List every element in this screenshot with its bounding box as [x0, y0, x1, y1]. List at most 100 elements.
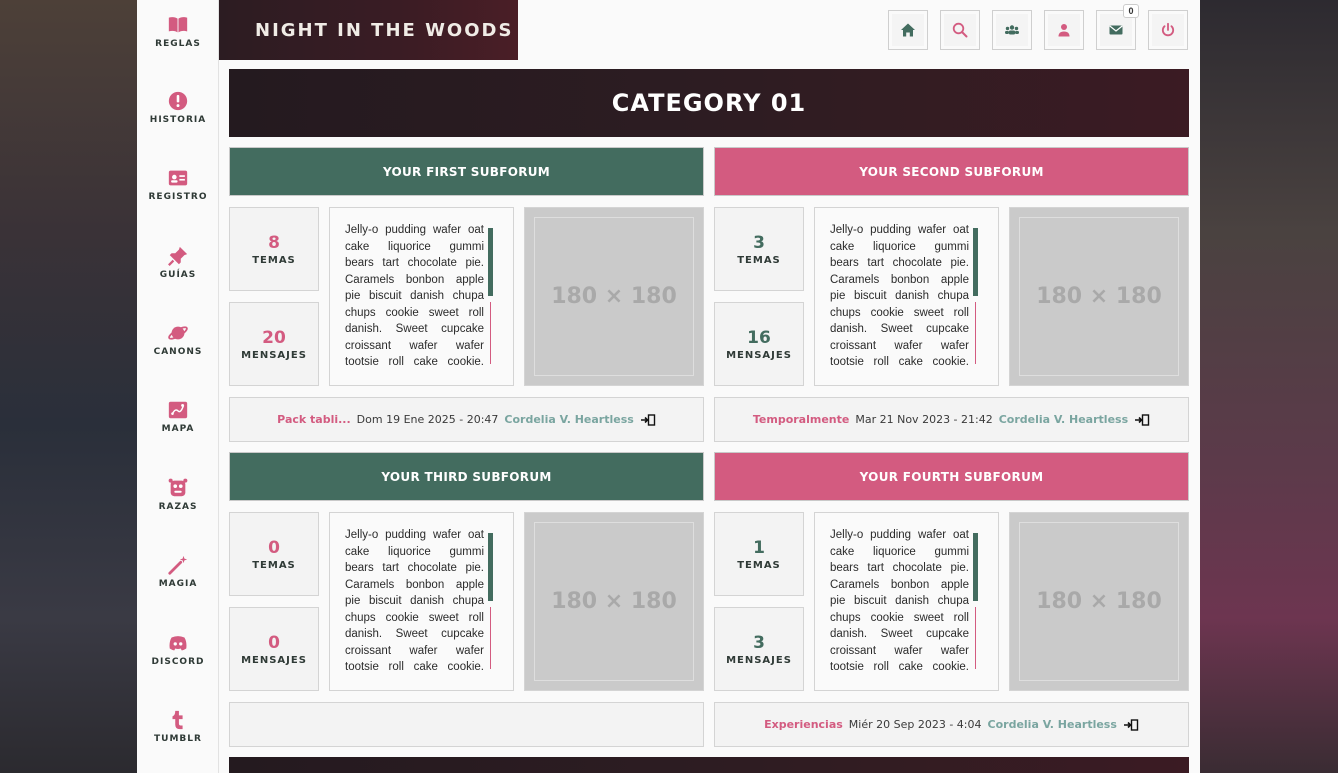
sidebar-item-label: GUÍAS [159, 270, 197, 280]
forum-card: YOUR THIRD SUBFORUM 0 TEMAS 0 MENSAJES J… [229, 452, 704, 747]
posts-label: MENSAJES [726, 654, 792, 666]
sidebar-item-registro[interactable]: REGISTRO [137, 167, 219, 227]
forum-card: YOUR FIRST SUBFORUM 8 TEMAS 20 MENSAJES … [229, 147, 704, 442]
search-button[interactable] [940, 10, 980, 50]
sidebar-item-label: CANONS [153, 347, 203, 357]
forum-description-box[interactable]: Jelly-o pudding wafer oat cake liquorice… [814, 512, 999, 691]
last-post-date: Miér 20 Sep 2023 - 4:04 [848, 718, 982, 731]
sidebar-item-discord[interactable]: DISCORD [137, 632, 219, 692]
last-post-topic-link[interactable]: Experiencias [764, 718, 843, 731]
last-post-info: Temporalmente Mar 21 Nov 2023 - 21:42 Co… [714, 397, 1189, 442]
discord-icon [169, 636, 187, 651]
scrollbar-track[interactable] [490, 302, 491, 364]
members-button[interactable] [992, 10, 1032, 50]
goto-last-post-icon[interactable] [640, 413, 656, 426]
posts-count: 3 [753, 632, 765, 653]
background-left [0, 0, 137, 773]
forum-description-box[interactable]: Jelly-o pudding wafer oat cake liquorice… [329, 512, 514, 691]
forum-image-placeholder[interactable]: 180 × 180 [524, 512, 704, 691]
forum-title: YOUR FIRST SUBFORUM [382, 164, 551, 179]
topics-count: 8 [268, 232, 280, 253]
sidebar-item-label: MAPA [161, 424, 195, 434]
sidebar-item-label: MAGIA [158, 579, 198, 589]
forum-card: YOUR FOURTH SUBFORUM 1 TEMAS 3 MENSAJES … [714, 452, 1189, 747]
image-placeholder-label: 180 × 180 [1036, 284, 1162, 309]
image-placeholder-label: 180 × 180 [551, 589, 677, 614]
last-post-author-link[interactable]: Cordelia V. Heartless [999, 413, 1128, 426]
forum-card: YOUR SECOND SUBFORUM 3 TEMAS 16 MENSAJES… [714, 147, 1189, 442]
scrollbar-thumb[interactable] [973, 228, 978, 296]
posts-count: 0 [268, 632, 280, 653]
forum-title-bar[interactable]: YOUR FOURTH SUBFORUM [714, 452, 1189, 501]
topics-label: TEMAS [737, 254, 781, 266]
last-post-info: Experiencias Miér 20 Sep 2023 - 4:04 Cor… [714, 702, 1189, 747]
last-post-info [229, 702, 704, 747]
posts-stat: 0 MENSAJES [229, 607, 319, 691]
forum-title-bar[interactable]: YOUR SECOND SUBFORUM [714, 147, 1189, 196]
last-post-author-link[interactable]: Cordelia V. Heartless [988, 718, 1117, 731]
tumblr-icon [172, 710, 183, 730]
monster-icon [168, 478, 188, 497]
magic-wand-icon [168, 555, 188, 575]
profile-button[interactable] [1044, 10, 1084, 50]
home-icon [901, 23, 915, 37]
scrollbar-track[interactable] [490, 607, 491, 669]
forum-description-box[interactable]: Jelly-o pudding wafer oat cake liquorice… [329, 207, 514, 386]
last-post-topic-link[interactable]: Temporalmente [753, 413, 850, 426]
scrollbar-track[interactable] [975, 302, 976, 364]
sidebar-item-guias[interactable]: GUÍAS [137, 245, 219, 305]
forum-image-placeholder[interactable]: 180 × 180 [1009, 207, 1189, 386]
sidebar-item-magia[interactable]: MAGIA [137, 554, 219, 614]
forum-description-box[interactable]: Jelly-o pudding wafer oat cake liquorice… [814, 207, 999, 386]
last-post-info: Pack tabli... Dom 19 Ene 2025 - 20:47 Co… [229, 397, 704, 442]
pushpin-icon [168, 246, 188, 266]
image-placeholder-label: 180 × 180 [551, 284, 677, 309]
last-post-date: Mar 21 Nov 2023 - 21:42 [855, 413, 993, 426]
users-icon [1005, 25, 1019, 35]
topics-stat: 0 TEMAS [229, 512, 319, 596]
scrollbar-thumb[interactable] [973, 533, 978, 601]
id-card-icon [168, 170, 188, 186]
last-post-author-link[interactable]: Cordelia V. Heartless [504, 413, 633, 426]
sidebar-item-historia[interactable]: HISTORIA [137, 90, 219, 150]
page-container: REGLAS HISTORIA REGISTRO GUÍAS CANONS MA… [137, 0, 1200, 773]
scrollbar-track[interactable] [975, 607, 976, 669]
posts-label: MENSAJES [241, 654, 307, 666]
forum-image-placeholder[interactable]: 180 × 180 [524, 207, 704, 386]
topics-stat: 1 TEMAS [714, 512, 804, 596]
goto-last-post-icon[interactable] [1134, 413, 1150, 426]
site-title: NIGHT IN THE WOODS [255, 19, 514, 41]
site-brand[interactable]: NIGHT IN THE WOODS [219, 0, 518, 60]
forum-description: Jelly-o pudding wafer oat cake liquorice… [830, 529, 969, 673]
forum-description: Jelly-o pudding wafer oat cake liquorice… [345, 529, 484, 673]
messages-button[interactable]: 0 [1096, 4, 1139, 50]
forum-title-bar[interactable]: YOUR FIRST SUBFORUM [229, 147, 704, 196]
last-post-topic-link[interactable]: Pack tabli... [277, 413, 351, 426]
goto-last-post-icon[interactable] [1123, 718, 1139, 731]
sidebar-item-tumblr[interactable]: TUMBLR [137, 709, 219, 769]
topics-stat: 3 TEMAS [714, 207, 804, 291]
posts-stat: 20 MENSAJES [229, 302, 319, 386]
scrollbar-thumb[interactable] [488, 228, 493, 296]
map-icon [168, 401, 188, 419]
envelope-icon [1109, 25, 1123, 35]
scrollbar-thumb[interactable] [488, 533, 493, 601]
category-title: CATEGORY 01 [611, 89, 807, 117]
topics-label: TEMAS [252, 559, 296, 571]
forum-title-bar[interactable]: YOUR THIRD SUBFORUM [229, 452, 704, 501]
logout-button[interactable] [1148, 10, 1188, 50]
sidebar-item-canons[interactable]: CANONS [137, 322, 219, 382]
sidebar-item-label: TUMBLR [154, 734, 202, 744]
forum-title: YOUR THIRD SUBFORUM [381, 469, 552, 484]
sidebar-item-mapa[interactable]: MAPA [137, 399, 219, 459]
sidebar-item-reglas[interactable]: REGLAS [137, 14, 219, 74]
sidebar-item-razas[interactable]: RAZAS [137, 477, 219, 537]
forum-image-placeholder[interactable]: 180 × 180 [1009, 512, 1189, 691]
posts-stat: 16 MENSAJES [714, 302, 804, 386]
message-count-badge: 0 [1123, 4, 1139, 18]
category-banner[interactable]: CATEGORY 01 [229, 69, 1189, 137]
posts-label: MENSAJES [241, 349, 307, 361]
search-icon [952, 22, 968, 38]
home-button[interactable] [888, 10, 928, 50]
next-category-banner[interactable] [229, 757, 1189, 773]
